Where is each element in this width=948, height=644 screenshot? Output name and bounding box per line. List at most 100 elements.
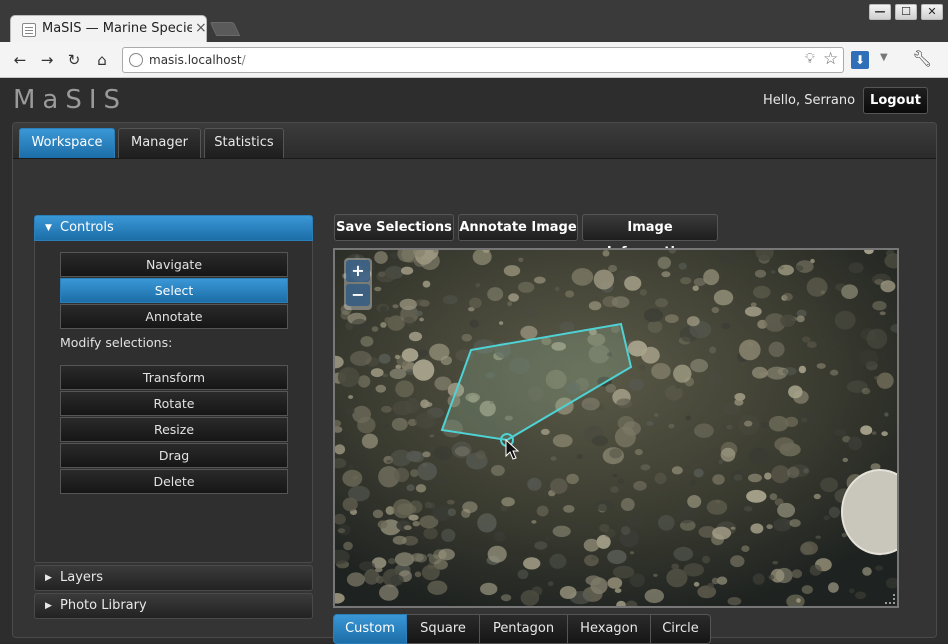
pebble [798,365,807,374]
pebble [702,555,711,564]
rotate-button[interactable]: Rotate [60,391,288,416]
pebble [726,424,733,430]
wrench-icon[interactable]: 🔧︎ [912,49,932,68]
image-information-button[interactable]: Image Information [582,214,718,260]
drag-button[interactable]: Drag [60,443,288,468]
pebble [427,580,448,595]
shape-circle-button[interactable]: Circle [651,614,711,644]
pebble [404,397,420,414]
bookmark-star-icon[interactable]: ☆ [823,49,838,69]
tab-workspace[interactable]: Workspace [19,128,115,158]
pebble [414,412,436,429]
forward-icon[interactable]: → [37,50,57,70]
pebble [626,513,643,527]
close-window-button[interactable]: ✕ [921,4,943,20]
home-icon[interactable]: ⌂ [92,50,112,70]
pebble [770,270,776,274]
minimize-button[interactable]: — [869,4,891,20]
pebble [361,433,378,449]
pebble [693,581,700,587]
caret-right-icon: ▶ [45,573,52,583]
tab-statistics[interactable]: Statistics [204,128,284,158]
annotate-image-button[interactable]: Annotate Image [458,214,578,241]
pebble [389,368,407,379]
transform-button[interactable]: Transform [60,365,288,390]
pebble [437,478,446,484]
new-tab-button[interactable] [209,22,241,36]
pebble [706,499,728,515]
zoom-out-button[interactable]: − [346,284,370,306]
shape-square-button[interactable]: Square [407,614,480,644]
pebble [588,301,602,311]
pebble [559,321,575,333]
pebble [441,528,456,542]
pebble [390,574,404,586]
pebble [395,380,414,398]
pebble [750,523,764,534]
app-logo: MaSIS [13,85,128,115]
pebble [709,346,717,354]
pebble [634,449,643,456]
tab-manager[interactable]: Manager [118,128,201,158]
photo-library-header[interactable]: ▶ Photo Library [34,593,313,619]
address-bar[interactable]: masis.localhost/ 💡︎ ☆ [122,47,844,73]
lightbulb-icon[interactable]: 💡︎ [805,51,815,67]
image-viewer[interactable]: + − [333,248,899,608]
save-selections-button[interactable]: Save Selections [334,214,454,241]
pebble [806,341,817,348]
pebble [813,493,821,500]
pebble [343,541,353,551]
pebble [784,416,799,427]
pebble [614,588,622,593]
pebble [752,573,765,585]
logout-button[interactable]: Logout [863,87,928,114]
pebble [386,459,392,463]
browser-tab[interactable]: MaSIS — Marine Species × [10,15,207,43]
mode-select-button[interactable]: Select [60,278,288,303]
pebble [782,292,793,301]
pebble [480,582,498,596]
pebble [337,367,360,388]
pebble [640,464,651,471]
maximize-button[interactable]: ☐ [895,4,917,20]
pebble [716,576,728,585]
controls-header[interactable]: ▼ Controls [34,215,313,241]
pebble [440,355,452,366]
download-icon[interactable]: ⬇ [851,51,869,69]
pebble [875,565,884,571]
pebble [350,350,372,366]
shape-custom-button[interactable]: Custom [333,614,407,644]
delete-button[interactable]: Delete [60,469,288,494]
pebble [477,513,497,533]
mode-navigate-button[interactable]: Navigate [60,252,288,277]
pebble [881,431,888,437]
pebble [621,526,631,536]
seabed-photo[interactable] [335,250,897,606]
pebble [712,474,725,485]
reload-icon[interactable]: ↻ [64,50,84,70]
pebble [493,531,506,542]
resize-grip-icon[interactable] [885,594,895,604]
pebble [730,469,745,483]
shape-pentagon-button[interactable]: Pentagon [480,614,568,644]
pebble [581,397,600,411]
pebble [624,276,642,291]
pebble [828,582,839,593]
caret-down-icon: ▼ [45,223,52,233]
pebble [620,498,635,511]
pebble [673,364,692,383]
zoom-in-button[interactable]: + [346,260,370,282]
pebble [401,348,419,362]
pebble [854,591,867,600]
chevron-down-icon[interactable]: ▼ [880,52,888,63]
close-tab-icon[interactable]: × [195,20,207,36]
resize-button[interactable]: Resize [60,417,288,442]
back-icon[interactable]: ← [10,50,30,70]
pebble [384,317,392,324]
shape-hexagon-button[interactable]: Hexagon [568,614,651,644]
pebble [655,298,668,308]
pebble [462,501,478,513]
layers-header[interactable]: ▶ Layers [34,565,313,591]
zoom-control: + − [344,258,372,310]
mode-annotate-button[interactable]: Annotate [60,304,288,329]
